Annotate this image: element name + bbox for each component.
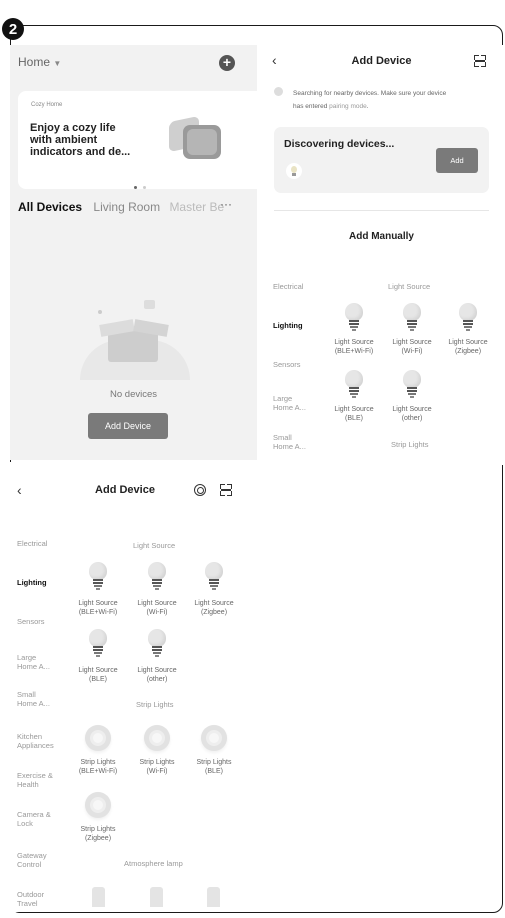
- item-light-source-ble[interactable]: Light Source (BLE): [68, 666, 128, 684]
- bulb-icon[interactable]: [459, 303, 477, 331]
- search-note-line2: has entered: [293, 103, 330, 110]
- atmosphere-lamp-icon[interactable]: [207, 887, 220, 907]
- empty-state-text: No devices: [110, 389, 157, 400]
- add-device-screen-bottom: ‹ Add Device Electrical Lighting Sensors…: [10, 462, 257, 912]
- section-light-source: Light Source: [388, 282, 431, 291]
- item-strip-ble-wifi[interactable]: Strip Lights (BLE+Wi-Fi): [68, 758, 128, 776]
- discovering-text: Discovering devices...: [284, 138, 395, 150]
- page-title: Add Device: [95, 484, 155, 496]
- strip-light-icon[interactable]: [144, 725, 170, 751]
- item-light-source-ble[interactable]: Light Source (BLE): [324, 405, 384, 423]
- item-light-source-ble-wifi[interactable]: Light Source (BLE+Wi-Fi): [324, 338, 384, 356]
- item-light-source-zigbee[interactable]: Light Source (Zigbee): [184, 599, 244, 617]
- category-exercise-health[interactable]: Exercise & Health: [17, 771, 53, 789]
- banner-page-dots: [134, 176, 147, 194]
- bulb-icon[interactable]: [345, 370, 363, 398]
- category-small-home[interactable]: Small Home A...: [17, 690, 50, 708]
- tab-master-bedroom[interactable]: Master Be: [169, 200, 224, 214]
- banner-tag: Cozy Home: [31, 102, 63, 108]
- category-small-home[interactable]: Small Home A...: [273, 433, 306, 451]
- banner-title-line3: indicators and de...: [30, 146, 131, 158]
- add-manually-heading: Add Manually: [348, 231, 414, 242]
- strip-light-icon[interactable]: [85, 792, 111, 818]
- bulb-icon[interactable]: [89, 629, 107, 657]
- caret-down-icon: ▼: [53, 59, 62, 68]
- home-screen: Home ▼ + Cozy Home Enjoy a cozy life wit…: [10, 45, 264, 460]
- bulb-icon[interactable]: [403, 303, 421, 331]
- banner-title-line1: Enjoy a cozy life: [30, 122, 116, 134]
- item-strip-zigbee[interactable]: Strip Lights (Zigbee): [68, 825, 128, 843]
- banner-title-line2: with ambient: [30, 134, 98, 146]
- section-strip-lights: Strip Lights: [136, 700, 174, 709]
- bulb-icon[interactable]: [345, 303, 363, 331]
- section-atmosphere-lamp: Atmosphere lamp: [124, 859, 183, 868]
- room-tabs: All Devices Living Room Master Be: [18, 200, 224, 214]
- discovering-card: Discovering devices... Add: [274, 127, 489, 193]
- empty-box-illustration: [80, 300, 190, 380]
- item-light-source-other[interactable]: Light Source (other): [127, 666, 187, 684]
- strip-light-icon[interactable]: [85, 725, 111, 751]
- item-strip-wifi[interactable]: Strip Lights (Wi-Fi): [127, 758, 187, 776]
- more-tabs-icon[interactable]: ···: [220, 197, 232, 211]
- page-title: Add Device: [351, 55, 412, 67]
- add-discovered-button[interactable]: Add: [436, 148, 478, 173]
- category-electrical[interactable]: Electrical: [273, 282, 303, 291]
- bulb-icon[interactable]: [89, 562, 107, 590]
- category-outdoor-travel[interactable]: Outdoor Travel: [17, 890, 44, 908]
- atmosphere-lamp-icon[interactable]: [150, 887, 163, 907]
- pairing-mode-link[interactable]: pairing mode: [329, 103, 367, 110]
- category-lighting[interactable]: Lighting: [17, 578, 47, 587]
- add-device-button[interactable]: Add Device: [88, 413, 168, 439]
- discovered-device-icon: [286, 163, 302, 179]
- category-electrical[interactable]: Electrical: [17, 539, 47, 548]
- home-label: Home: [18, 55, 51, 69]
- radar-icon[interactable]: [194, 484, 206, 496]
- tab-living-room[interactable]: Living Room: [93, 200, 160, 214]
- step-badge: 2: [2, 18, 24, 40]
- back-chevron-icon[interactable]: ‹: [17, 482, 22, 498]
- section-light-source: Light Source: [133, 541, 176, 550]
- add-plus-icon[interactable]: +: [219, 55, 235, 71]
- home-selector[interactable]: Home ▼: [18, 55, 61, 69]
- category-camera-lock[interactable]: Camera & Lock: [17, 810, 51, 828]
- atmosphere-lamp-icon[interactable]: [92, 887, 105, 907]
- category-lighting[interactable]: Lighting: [273, 321, 303, 330]
- category-large-home[interactable]: Large Home A...: [273, 394, 306, 412]
- divider: [274, 210, 489, 211]
- bulb-icon[interactable]: [148, 629, 166, 657]
- item-light-source-wifi[interactable]: Light Source (Wi-Fi): [127, 599, 187, 617]
- category-sensors[interactable]: Sensors: [273, 360, 301, 369]
- scan-icon[interactable]: [220, 484, 232, 496]
- bulb-icon[interactable]: [148, 562, 166, 590]
- section-strip-lights: Strip Lights: [391, 440, 429, 449]
- item-strip-ble[interactable]: Strip Lights (BLE): [184, 758, 244, 776]
- promo-banner[interactable]: Cozy Home Enjoy a cozy life with ambient…: [18, 91, 264, 189]
- search-note-line1: Searching for nearby devices. Make sure …: [293, 90, 447, 97]
- bulb-icon[interactable]: [205, 562, 223, 590]
- item-light-source-other[interactable]: Light Source (other): [382, 405, 442, 423]
- item-light-source-zigbee[interactable]: Light Source (Zigbee): [438, 338, 498, 356]
- item-light-source-wifi[interactable]: Light Source (Wi-Fi): [382, 338, 442, 356]
- add-device-screen-top: ‹ Add Device Searching for nearby device…: [260, 45, 503, 465]
- tab-all-devices[interactable]: All Devices: [18, 200, 82, 214]
- category-large-home[interactable]: Large Home A...: [17, 653, 50, 671]
- bluetooth-search-icon: [274, 87, 283, 96]
- category-sensors[interactable]: Sensors: [17, 617, 45, 626]
- category-gateway-control[interactable]: Gateway Control: [17, 851, 47, 869]
- banner-cube-graphic: [163, 109, 233, 169]
- search-note-end: .: [366, 103, 369, 110]
- category-kitchen-appliances[interactable]: Kitchen Appliances: [17, 732, 54, 750]
- item-light-source-ble-wifi[interactable]: Light Source (BLE+Wi-Fi): [68, 599, 128, 617]
- scan-icon[interactable]: [474, 55, 486, 67]
- bulb-icon[interactable]: [403, 370, 421, 398]
- strip-light-icon[interactable]: [201, 725, 227, 751]
